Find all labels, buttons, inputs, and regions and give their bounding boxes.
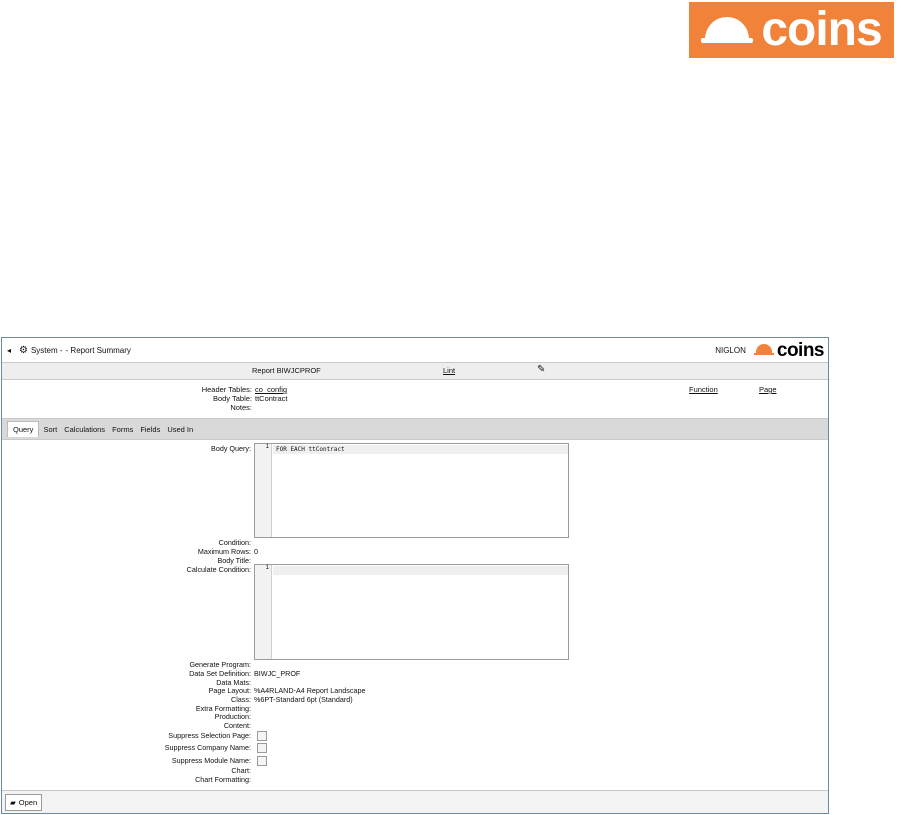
suppress-module-checkbox[interactable] <box>257 756 267 766</box>
coins-logo-banner: coins <box>689 2 894 58</box>
suppress-company-label: Suppress Company Name: <box>164 743 251 752</box>
max-rows-label: Maximum Rows: <box>197 547 251 556</box>
chart-label: Chart: <box>231 766 251 775</box>
line-number: 1 <box>265 565 269 571</box>
max-rows-value: 0 <box>254 547 258 556</box>
query-line[interactable]: FOR EACH ttContract <box>273 445 568 454</box>
notes-label: Notes: <box>230 403 252 412</box>
logo-text: coins <box>776 339 825 361</box>
function-link[interactable]: Function <box>689 385 718 394</box>
generate-program-label: Generate Program: <box>189 660 251 669</box>
logo-text: coins <box>761 3 882 56</box>
page-link[interactable]: Page <box>759 385 777 394</box>
lint-link[interactable]: Lint <box>443 366 455 375</box>
data-set-label: Data Set Definition: <box>189 669 251 678</box>
report-header: Header Tables: co_config Body Table: ttC… <box>2 380 828 419</box>
tab-bar: Query Sort Calculations Forms Fields Use… <box>2 419 828 440</box>
line-number-gutter: 1 <box>255 565 272 659</box>
header-tables-label: Header Tables: <box>201 385 252 394</box>
page-layout-value: %A4RLAND-A4 Report Landscape <box>254 686 366 695</box>
back-arrow-icon[interactable]: ◂ <box>7 346 17 355</box>
coins-logo: coins <box>753 339 825 361</box>
suppress-company-checkbox[interactable] <box>257 743 267 753</box>
user-name: NIGLON <box>715 345 746 355</box>
hard-hat-icon <box>753 344 774 356</box>
folder-icon: ▰ <box>10 798 16 807</box>
report-title: Report BIWJCPROF <box>252 366 321 375</box>
class-value: %6PT-Standard 6pt (Standard) <box>254 695 353 704</box>
line-number: 1 <box>265 444 269 450</box>
system-gear-icon: ⚙ <box>19 344 28 356</box>
hard-hat-icon <box>701 17 754 43</box>
tab-sort[interactable]: Sort <box>40 422 60 437</box>
breadcrumb-page: - Report Summary <box>65 345 131 355</box>
report-summary-window: ◂ ⚙ System - - Report Summary NIGLON coi… <box>1 337 829 814</box>
edit-pencil-icon[interactable]: ✎ <box>537 364 545 375</box>
body-query-label: Body Query: <box>211 444 251 453</box>
calc-line[interactable] <box>273 566 568 575</box>
class-label: Class: <box>231 695 251 704</box>
production-label: Production: <box>214 712 251 721</box>
body-table-value: ttContract <box>255 394 288 403</box>
body-table-label: Body Table: <box>212 394 252 403</box>
data-set-value: BIWJC_PROF <box>254 669 301 678</box>
line-number-gutter: 1 <box>255 444 272 537</box>
suppress-selection-label: Suppress Selection Page: <box>168 731 251 740</box>
body-query-editor[interactable]: 1 FOR EACH ttContract <box>254 443 569 538</box>
calc-condition-editor[interactable]: 1 <box>254 564 569 660</box>
chart-formatting-label: Chart Formatting: <box>195 775 251 784</box>
open-label: Open <box>18 798 38 807</box>
open-button[interactable]: ▰ Open <box>5 794 43 811</box>
body-title-label: Body Title: <box>217 556 251 565</box>
content-label: Content: <box>223 721 251 730</box>
tab-used-in[interactable]: Used In <box>164 422 196 437</box>
tab-query[interactable]: Query <box>7 421 40 437</box>
breadcrumb-system[interactable]: System - <box>31 346 63 355</box>
footer-bar: ▰ Open <box>2 790 828 813</box>
suppress-module-label: Suppress Module Name: <box>171 756 251 765</box>
title-bar: ◂ ⚙ System - - Report Summary NIGLON coi… <box>2 338 828 363</box>
query-tab-content: Body Query: 1 FOR EACH ttContract Condit… <box>2 440 828 785</box>
report-toolbar: Report BIWJCPROF Lint ✎ <box>2 363 828 380</box>
condition-label: Condition: <box>218 538 251 547</box>
suppress-selection-checkbox[interactable] <box>257 731 267 741</box>
page-layout-label: Page Layout: <box>208 686 251 695</box>
header-tables-link[interactable]: co_config <box>255 385 287 394</box>
tab-forms[interactable]: Forms <box>109 422 136 437</box>
calc-condition-label: Calculate Condition: <box>186 565 251 574</box>
tab-calculations[interactable]: Calculations <box>61 422 108 437</box>
tab-fields[interactable]: Fields <box>137 422 163 437</box>
